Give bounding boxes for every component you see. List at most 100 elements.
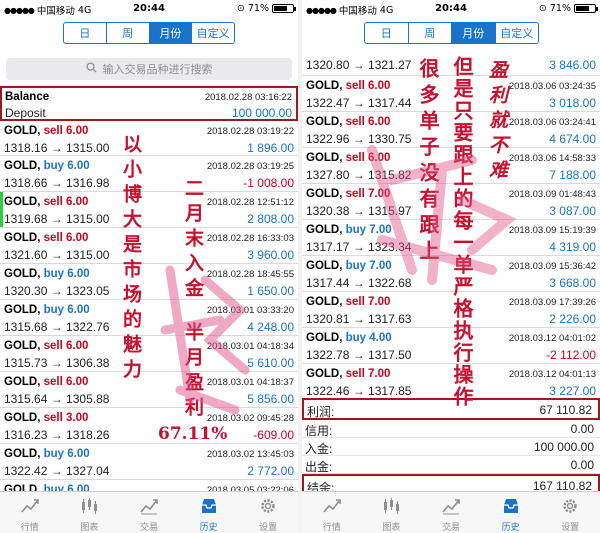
- nav-item-trade[interactable]: 交易: [119, 492, 179, 533]
- status-right: ⊙ 71%: [538, 3, 598, 14]
- settings-icon: [258, 497, 278, 520]
- symbol-label: GOLD,: [4, 448, 41, 460]
- trade-row[interactable]: GOLD, sell 6.00 2018.03.06 03:24:35 1322.4…: [302, 76, 600, 112]
- nav-item-history[interactable]: 历史: [481, 492, 541, 533]
- trade-prices: 1315.73 → 1306.38: [4, 356, 110, 370]
- symbol-label: GOLD,: [306, 332, 343, 344]
- symbol-label: GOLD,: [4, 412, 41, 424]
- nav-item-chart[interactable]: 图表: [362, 492, 422, 533]
- tab-1[interactable]: 周: [409, 23, 452, 43]
- trade-row[interactable]: GOLD, sell 7.00 2018.03.12 04:01:13 1322.4…: [302, 364, 600, 400]
- trade-profit: 2 226.00: [549, 312, 596, 326]
- bottom-nav: 行情 图表 交易 历史 设置: [0, 491, 298, 533]
- trade-symbol: GOLD, buy 4.00: [306, 332, 392, 344]
- summary-label: 信用:: [305, 424, 333, 438]
- trade-direction: sell 6.00: [345, 80, 391, 92]
- trade-profit: 2 808.00: [247, 212, 294, 226]
- symbol-label: GOLD,: [306, 80, 343, 92]
- trade-prices: 1319.68 → 1315.00: [4, 212, 110, 226]
- nav-item-trade[interactable]: 交易: [421, 492, 481, 533]
- nav-item-settings[interactable]: 设置: [540, 492, 600, 533]
- trade-symbol: GOLD, sell 3.00: [4, 412, 88, 424]
- trade-profit: -2 112.00: [546, 348, 596, 362]
- nav-item-settings[interactable]: 设置: [238, 492, 298, 533]
- summary-value: 0.00: [570, 422, 594, 436]
- trade-symbol: GOLD, sell 7.00: [306, 368, 390, 380]
- trade-row[interactable]: GOLD, sell 6.00 2018.03.01 04:18:34 1315.7…: [0, 336, 298, 372]
- trade-row[interactable]: GOLD, buy 6.00 2018.02.28 03:19:25 1318.66…: [0, 156, 298, 192]
- trade-direction: sell 6.00: [345, 152, 391, 164]
- trade-symbol: GOLD, buy 7.00: [306, 260, 392, 272]
- summary-value: 0.00: [570, 458, 594, 472]
- trade-date: 2018.03.02 09:45:28: [206, 413, 294, 424]
- trade-direction: sell 7.00: [345, 296, 391, 308]
- trade-direction: sell 6.00: [43, 125, 89, 137]
- trade-row[interactable]: GOLD, sell 6.00 2018.03.06 14:58:33 1327.8…: [302, 148, 600, 184]
- trade-row[interactable]: GOLD, sell 6.00 2018.02.28 16:33:03 1321.6…: [0, 228, 298, 264]
- summary-row: 信用: 0.00: [302, 420, 600, 438]
- trade-row[interactable]: GOLD, sell 3.00 2018.03.02 09:45:28 1316.2…: [0, 408, 298, 444]
- tab-3[interactable]: 自定义: [496, 23, 539, 43]
- nav-label: 行情: [322, 523, 341, 533]
- trade-row[interactable]: GOLD, sell 6.00 2018.03.01 04:18:37 1315.6…: [0, 372, 298, 408]
- trade-date: 2018.03.09 15:19:39: [508, 225, 596, 236]
- trade-date: 2018.03.01 04:18:37: [206, 377, 294, 388]
- trade-row[interactable]: GOLD, sell 6.00 2018.02.28 12:51:12 1319.6…: [0, 192, 298, 228]
- trade-profit: 3 227.00: [549, 384, 596, 398]
- trade-row[interactable]: GOLD, buy 6.00 2018.02.28 18:45:55 1320.30…: [0, 264, 298, 300]
- trade-symbol: GOLD, sell 6.00: [4, 196, 88, 208]
- tab-2[interactable]: 月份: [149, 23, 193, 43]
- nav-label: 交易: [441, 523, 460, 533]
- tab-2[interactable]: 月份: [452, 23, 496, 43]
- nav-item-chart[interactable]: 图表: [60, 492, 120, 533]
- trade-row[interactable]: GOLD, buy 4.00 2018.03.12 04:01:02 1322.78…: [302, 328, 600, 364]
- summary-label: 利润:: [307, 405, 335, 419]
- battery-fill: [576, 6, 589, 11]
- trade-row[interactable]: GOLD, sell 6.00 2018.03.06 03:24:41 1322.9…: [302, 112, 600, 148]
- trade-row[interactable]: GOLD, buy 6.00 2018.03.02 13:45:03 1322.42…: [0, 444, 298, 480]
- quotes-icon: [322, 497, 342, 520]
- symbol-label: GOLD,: [306, 116, 343, 128]
- trade-symbol: GOLD, sell 6.00: [306, 80, 390, 92]
- history-icon: [501, 497, 521, 520]
- tab-1[interactable]: 周: [107, 23, 150, 43]
- balance-row[interactable]: Balance 2018.02.28 03:16:22 Deposit 100 000…: [0, 86, 298, 121]
- search-input[interactable]: 输入交易品种进行搜索: [6, 58, 292, 80]
- trade-profit: 3 846.00: [549, 58, 596, 72]
- trade-prices: 1322.42 → 1327.04: [4, 464, 110, 478]
- rotation-lock-icon: ⊙: [538, 3, 547, 14]
- summary-label: 入金:: [305, 442, 333, 456]
- symbol-label: GOLD,: [4, 196, 41, 208]
- trade-date: 2018.03.06 03:24:41: [508, 117, 596, 128]
- trade-prices: 1317.44 → 1322.68: [306, 276, 412, 290]
- trade-date: 2018.03.09 01:48:43: [508, 189, 596, 200]
- symbol-label: GOLD,: [4, 376, 41, 388]
- trade-direction: sell 6.00: [43, 376, 89, 388]
- nav-item-quotes[interactable]: 行情: [302, 492, 362, 533]
- nav-item-quotes[interactable]: 行情: [0, 492, 60, 533]
- trade-prices: 1320.81 → 1317.63: [306, 312, 412, 326]
- trade-date: 2018.03.09 15:36:42: [508, 261, 596, 272]
- trade-row[interactable]: 1320.80 → 1321.27 3 846.00: [302, 45, 600, 76]
- trade-direction: buy 4.00: [345, 332, 392, 344]
- history-icon: [199, 497, 219, 520]
- trade-prices: 1316.23 → 1318.26: [4, 428, 110, 442]
- nav-item-history[interactable]: 历史: [179, 492, 239, 533]
- trade-row[interactable]: GOLD, buy 6.00 2018.03.01 03:33:20 1315.68…: [0, 300, 298, 336]
- right-phone-screen: ●●●●● 中国移动 4G 20:44 ⊙ 71% 日周月份 自定义 1320.80 → 132…: [302, 0, 600, 533]
- tab-3[interactable]: 自定义: [192, 23, 234, 43]
- trade-row[interactable]: GOLD, buy 7.00 2018.03.09 15:19:39 1317.17…: [302, 220, 600, 256]
- trade-row[interactable]: GOLD, sell 7.00 2018.03.09 01:48:43 1320.3…: [302, 184, 600, 220]
- trade-prices: 1322.96 → 1330.75: [306, 132, 412, 146]
- trade-prices: 1318.66 → 1316.98: [4, 176, 110, 190]
- history-list: Balance 2018.02.28 03:16:22 Deposit 100 000…: [0, 86, 298, 516]
- nav-label: 行情: [20, 523, 39, 533]
- tab-0[interactable]: 日: [365, 23, 409, 43]
- trade-direction: buy 6.00: [43, 304, 90, 316]
- trade-row[interactable]: GOLD, sell 6.00 2018.02.28 03:19:22 1318.1…: [0, 121, 298, 156]
- trade-profit: -609.00: [253, 428, 294, 442]
- trade-symbol: GOLD, buy 7.00: [306, 224, 392, 236]
- trade-row[interactable]: GOLD, buy 7.00 2018.03.09 15:36:42 1317.44…: [302, 256, 600, 292]
- tab-0[interactable]: 日: [64, 23, 107, 43]
- trade-row[interactable]: GOLD, sell 7.00 2018.03.09 17:39:26 1320.8…: [302, 292, 600, 328]
